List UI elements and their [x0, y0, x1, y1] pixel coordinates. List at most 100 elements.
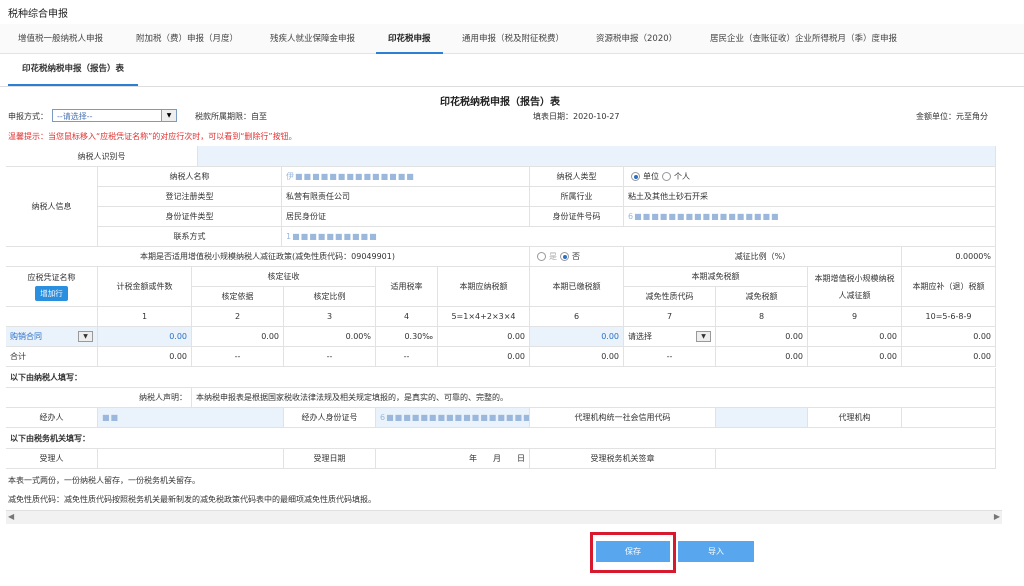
col-num-blank — [6, 307, 98, 327]
th-verify-basis: 核定依据 — [192, 287, 284, 307]
total-rate: -- — [376, 347, 438, 367]
agency-value — [902, 408, 996, 428]
radio-individual[interactable] — [662, 172, 671, 181]
total-small: 0.00 — [808, 347, 902, 367]
th-refund: 本期应补（退）税额 — [902, 267, 996, 307]
agency-code-label: 代理机构统一社会信用代码 — [530, 408, 716, 428]
th-verify: 核定征收 — [192, 267, 376, 287]
th-voucher-name: 应税凭证名称 增加行 — [6, 267, 98, 307]
radio-no-label: 否 — [572, 252, 580, 261]
tab-disability-fund[interactable]: 残疾人就业保障金申报 — [270, 32, 355, 44]
seal-value — [716, 449, 996, 469]
col-num-8: 8 — [716, 307, 808, 327]
period-label: 税款所属期限：自至 — [195, 112, 267, 121]
th-small-scale: 本期增值税小规模纳税 人减征额 — [808, 267, 902, 307]
amount-unit: 金额单位：元至角分 — [916, 112, 988, 121]
paid-input[interactable]: 0.00 — [530, 327, 624, 347]
id-type-value: 居民身份证 — [282, 207, 530, 227]
declare-statement-text: 本纳税申报表是根据国家税收法律法规及相关规定填报的，是真实的、可靠的、完整的。 — [192, 388, 996, 408]
col-num-5: 5=1×4+2×3×4 — [438, 307, 530, 327]
method-select-value: --请选择-- — [57, 112, 93, 121]
industry-value: 粘土及其他土砂石开采 — [624, 187, 996, 207]
col-num-1: 1 — [98, 307, 192, 327]
declare-statement-label: 纳税人声明： — [6, 388, 192, 408]
tab-corporate-income-tax[interactable]: 居民企业（查账征收）企业所得税月（季）度申报 — [710, 32, 897, 44]
scroll-right-icon[interactable]: ▶ — [994, 512, 1000, 521]
rate-value: 0.30‰ — [376, 327, 438, 347]
col-num-6: 6 — [530, 307, 624, 327]
taxpayer-type-radios: 单位 个人 — [624, 167, 996, 187]
th-relief: 本期减免税额 — [624, 267, 808, 287]
agency-code-input[interactable] — [716, 408, 808, 428]
sub-tabs: 印花税纳税申报（报告）表 — [0, 54, 1024, 87]
chevron-down-icon[interactable]: ▼ — [78, 331, 93, 342]
th-paid: 本期已缴税额 — [530, 267, 624, 307]
table-row-voucher-select[interactable]: 购销合同 ▼ — [6, 327, 98, 347]
th-payable: 本期应纳税额 — [438, 267, 530, 307]
agent-input[interactable]: ■■ — [98, 408, 284, 428]
note-relief-code: 减免性质代码：减免性质代码按照税务机关最新制发的减免税政策代码表中的最细项减免性… — [8, 495, 376, 504]
contact-value: 1■■■■■■■■■■ — [282, 227, 996, 247]
reg-type-label: 登记注册类型 — [98, 187, 282, 207]
id-number-value: 6■■■■■■■■■■■■■■■■■ — [624, 207, 996, 227]
reg-type-value: 私营有限责任公司 — [282, 187, 530, 207]
taxpayer-name-value: 伊■■■■■■■■■■■■■■ — [282, 167, 530, 187]
th-relief-amount: 减免税额 — [716, 287, 808, 307]
subtab-stamp-form[interactable]: 印花税纳税申报（报告）表 — [8, 54, 139, 86]
relief-code-select[interactable]: 请选择 ▼ — [624, 327, 716, 347]
scroll-left-icon[interactable]: ◀ — [8, 512, 14, 521]
declare-section-title: 以下由纳税人填写： — [6, 368, 996, 388]
tab-vat-general[interactable]: 增值税一般纳税人申报 — [18, 32, 103, 44]
taxpayer-id-input[interactable] — [198, 146, 996, 167]
agent-label: 经办人 — [6, 408, 98, 428]
form-title: 印花税纳税申报（报告）表 — [440, 97, 560, 108]
voucher-name-value: 购销合同 — [10, 332, 42, 341]
horizontal-scrollbar[interactable]: ◀ ▶ — [6, 510, 1002, 524]
agency-label: 代理机构 — [808, 408, 902, 428]
th-relief-code: 减免性质代码 — [624, 287, 716, 307]
agent-id-input[interactable]: 6■■■■■■■■■■■■■■■■■ — [376, 408, 530, 428]
total-relief: 0.00 — [716, 347, 808, 367]
radio-no[interactable] — [560, 252, 569, 261]
col-num-7: 7 — [624, 307, 716, 327]
col-num-2: 2 — [192, 307, 284, 327]
chevron-down-icon[interactable]: ▼ — [696, 331, 711, 342]
radio-unit[interactable] — [631, 172, 640, 181]
receive-date-value: 年 月 日 — [376, 449, 530, 469]
add-row-button[interactable]: 增加行 — [35, 286, 68, 301]
tab-resource-tax[interactable]: 资源税申报（2020） — [596, 32, 677, 44]
id-number-label: 身份证件号码 — [530, 207, 624, 227]
amount-input[interactable]: 0.00 — [98, 327, 192, 347]
tab-stamp-tax[interactable]: 印花税申报 — [376, 32, 442, 54]
col-num-10: 10=5-6-8-9 — [902, 307, 996, 327]
th-small-scale-line2: 人减征额 — [838, 290, 871, 300]
id-type-label: 身份证件类型 — [98, 207, 282, 227]
policy-radios: 是 否 — [530, 247, 624, 267]
taxpayer-id-label: 纳税人识别号 — [6, 146, 198, 167]
tab-general-declare[interactable]: 通用申报（税及附征税费） — [462, 32, 564, 44]
radio-yes[interactable] — [537, 252, 546, 261]
receive-date-label: 受理日期 — [284, 449, 376, 469]
seal-label: 受理税务机关签章 — [530, 449, 716, 469]
chevron-down-icon[interactable]: ▼ — [161, 110, 176, 121]
note-copies: 本表一式两份，一份纳税人留存，一份税务机关留存。 — [8, 476, 200, 485]
warning-tip: 温馨提示：当您鼠标移入“应税凭证名称”的对应行次时，可以看到“删除行”按钮。 — [8, 132, 297, 141]
verify-ratio-value: 0.00% — [284, 327, 376, 347]
agent-id-label: 经办人身份证号 — [284, 408, 376, 428]
ratio-label: 减征比例（%） — [624, 247, 902, 267]
import-button[interactable]: 导入 — [678, 541, 754, 562]
window-title: 税种综合申报 — [8, 9, 68, 20]
ratio-value: 0.0000% — [902, 247, 996, 267]
method-select[interactable]: --请选择-- ▼ — [52, 109, 177, 122]
tab-surcharge[interactable]: 附加税（费）申报（月度） — [136, 32, 238, 44]
highlight-box — [590, 532, 676, 573]
method-label: 申报方式： — [8, 112, 48, 121]
col-num-9: 9 — [808, 307, 902, 327]
total-refund: 0.00 — [902, 347, 996, 367]
th-voucher-name-label: 应税凭证名称 — [27, 273, 76, 282]
total-label: 合计 — [6, 347, 98, 367]
th-amount: 计税金额或件数 — [98, 267, 192, 307]
total-payable: 0.00 — [438, 347, 530, 367]
receiver-label: 受理人 — [6, 449, 98, 469]
total-amount: 0.00 — [98, 347, 192, 367]
